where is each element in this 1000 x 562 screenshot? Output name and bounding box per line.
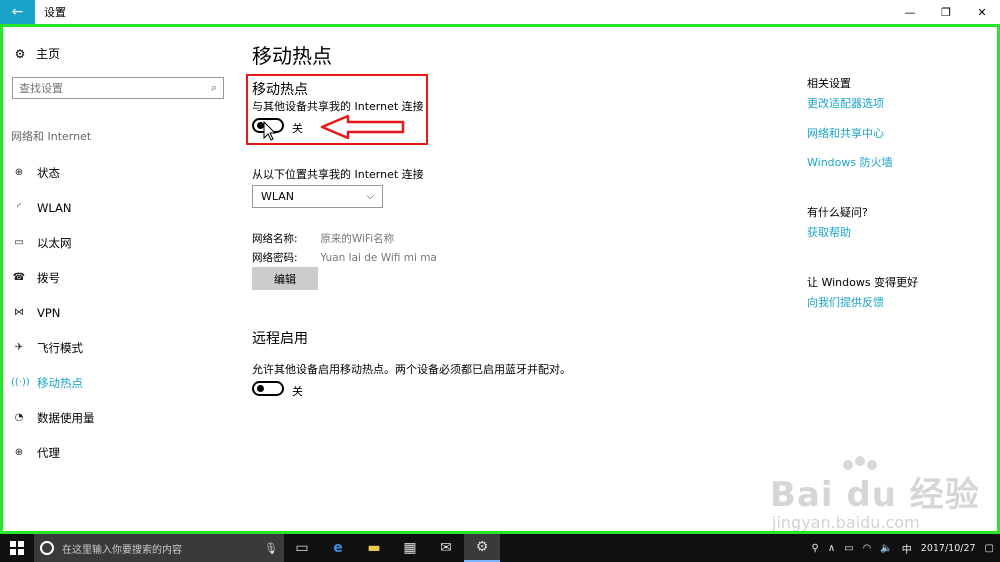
proxy-icon: ⊕: [14, 447, 24, 458]
link-windows-firewall[interactable]: Windows 防火墙: [807, 154, 893, 170]
battery-icon[interactable]: ▭: [844, 543, 853, 554]
airplane-icon: ✈: [14, 342, 24, 353]
sidebar-nav: ⊕ 状态 ◜ WLAN ▭ 以太网 ☎ 拨号 ⋈ VPN ✈ 飞行模式 ((·)…: [11, 155, 241, 470]
window-title: 设置: [44, 6, 66, 19]
vpn-icon: ⋈: [14, 307, 24, 318]
settings-taskbar-icon[interactable]: ⚙: [464, 534, 500, 562]
back-arrow-icon: ←: [11, 4, 24, 20]
baidu-watermark: Bai du 经验 jingyan.baidu.com: [760, 455, 990, 535]
sidebar-item-label: 以太网: [37, 235, 72, 250]
remote-toggle[interactable]: [252, 381, 284, 396]
back-button[interactable]: ←: [0, 0, 35, 24]
mail-icon[interactable]: ✉: [428, 534, 464, 562]
sidebar-item-label: 数据使用量: [37, 410, 95, 425]
remote-description: 允许其他设备启用移动热点。两个设备必须都已启用蓝牙并配对。: [252, 363, 571, 376]
sidebar-item-label: 飞行模式: [37, 340, 83, 355]
share-from-label: 从以下位置共享我的 Internet 连接: [252, 168, 424, 181]
window-controls: — ❐ ✕: [892, 0, 1000, 24]
sidebar-item-label: VPN: [37, 305, 61, 320]
ethernet-icon: ▭: [14, 237, 24, 248]
taskbar-search[interactable]: 在这里输入你要搜索的内容 🎙: [34, 534, 284, 562]
wifi-icon: ◜: [17, 202, 21, 213]
cursor-icon: [263, 120, 277, 141]
wifi-tray-icon[interactable]: ◠: [863, 543, 872, 554]
minimize-button[interactable]: —: [892, 0, 928, 24]
people-icon[interactable]: ⚲: [811, 543, 818, 554]
remote-title: 远程启用: [252, 331, 308, 347]
chevron-up-icon[interactable]: ∧: [828, 543, 835, 554]
edge-icon[interactable]: e: [320, 534, 356, 562]
sidebar-item-label: 代理: [37, 445, 60, 460]
watermark-url: jingyan.baidu.com: [772, 513, 920, 532]
sidebar-item-dialup[interactable]: ☎ 拨号: [11, 260, 241, 295]
link-get-help[interactable]: 获取帮助: [807, 224, 851, 240]
cortana-icon: [40, 541, 54, 555]
network-password-row: 网络密码: Yuan lai de Wifi mi ma: [252, 250, 437, 265]
question-heading: 有什么疑问?: [807, 206, 868, 219]
link-feedback[interactable]: 向我们提供反馈: [807, 294, 884, 310]
taskbar: 在这里输入你要搜索的内容 🎙 ▭ e ▬ ▦ ✉ ⚙ ⚲ ∧ ▭ ◠ 🔈 中 2…: [0, 534, 1000, 562]
home-label: 主页: [36, 47, 61, 61]
sidebar-item-label: 移动热点: [37, 375, 83, 390]
edit-button[interactable]: 编辑: [252, 267, 318, 290]
remote-toggle-label: 关: [292, 385, 303, 398]
gear-icon: ⚙: [14, 46, 26, 61]
microphone-icon[interactable]: 🎙: [264, 542, 278, 555]
network-name-key: 网络名称:: [252, 233, 298, 245]
link-network-sharing-center[interactable]: 网络和共享中心: [807, 125, 884, 141]
link-adapter-options[interactable]: 更改适配器选项: [807, 95, 884, 111]
file-explorer-icon[interactable]: ▬: [356, 534, 392, 562]
settings-search[interactable]: ⌕: [12, 77, 224, 99]
sidebar: ⚙ 主页 ⌕ 网络和 Internet ⊕ 状态 ◜ WLAN ▭ 以太网 ☎ …: [3, 27, 243, 527]
share-from-dropdown[interactable]: WLAN ⌵: [252, 185, 383, 208]
chevron-down-icon: ⌵: [366, 191, 374, 202]
sidebar-item-data-usage[interactable]: ◔ 数据使用量: [11, 400, 241, 435]
section-label: 网络和 Internet: [11, 130, 92, 143]
volume-icon[interactable]: 🔈: [880, 543, 892, 554]
network-password-key: 网络密码:: [252, 252, 298, 264]
close-button[interactable]: ✕: [964, 0, 1000, 24]
task-view-icon[interactable]: ▭: [284, 534, 320, 562]
sidebar-item-ethernet[interactable]: ▭ 以太网: [11, 225, 241, 260]
related-settings-heading: 相关设置: [807, 77, 851, 90]
annotation-arrow: [263, 114, 405, 141]
restore-button[interactable]: ❐: [928, 0, 964, 24]
store-icon[interactable]: ▦: [392, 534, 428, 562]
dialup-icon: ☎: [12, 272, 26, 283]
sidebar-item-airplane[interactable]: ✈ 飞行模式: [11, 330, 241, 365]
sidebar-item-vpn[interactable]: ⋈ VPN: [11, 295, 241, 330]
status-icon: ⊕: [14, 167, 24, 178]
sidebar-item-label: WLAN: [37, 200, 72, 215]
search-input[interactable]: [19, 81, 211, 95]
improve-heading: 让 Windows 变得更好: [807, 276, 919, 289]
taskbar-date[interactable]: 2017/10/27: [921, 543, 976, 554]
share-from-selected: WLAN: [261, 190, 295, 203]
watermark-brand: Bai du 经验: [770, 475, 980, 515]
sidebar-item-label: 状态: [37, 165, 60, 180]
system-tray: ⚲ ∧ ▭ ◠ 🔈 中 2017/10/27 ▢: [802, 534, 994, 562]
sidebar-item-label: 拨号: [37, 270, 60, 285]
sidebar-item-wlan[interactable]: ◜ WLAN: [11, 190, 241, 225]
title-bar: ← 设置 — ❐ ✕: [0, 0, 1000, 24]
sidebar-item-status[interactable]: ⊕ 状态: [11, 155, 241, 190]
hotspot-title: 移动热点: [252, 82, 308, 98]
network-password-value: Yuan lai de Wifi mi ma: [320, 252, 437, 264]
taskbar-search-placeholder: 在这里输入你要搜索的内容: [62, 544, 182, 556]
data-usage-icon: ◔: [14, 412, 24, 423]
search-icon[interactable]: ⌕: [211, 81, 217, 95]
sidebar-item-hotspot[interactable]: ((·)) 移动热点: [11, 365, 241, 400]
notification-icon[interactable]: ▢: [985, 543, 994, 554]
input-method-indicator[interactable]: 中: [902, 541, 912, 556]
hotspot-icon: ((·)): [11, 377, 30, 388]
windows-logo-icon: [10, 541, 24, 555]
start-button[interactable]: [0, 534, 34, 562]
toggle-knob: [257, 385, 264, 392]
network-name-row: 网络名称: 原来的WiFi名称: [252, 231, 394, 246]
network-name-value: 原来的WiFi名称: [320, 233, 395, 245]
sidebar-item-proxy[interactable]: ⊕ 代理: [11, 435, 241, 470]
sidebar-home[interactable]: ⚙ 主页: [12, 45, 60, 62]
page-title: 移动热点: [252, 44, 332, 68]
